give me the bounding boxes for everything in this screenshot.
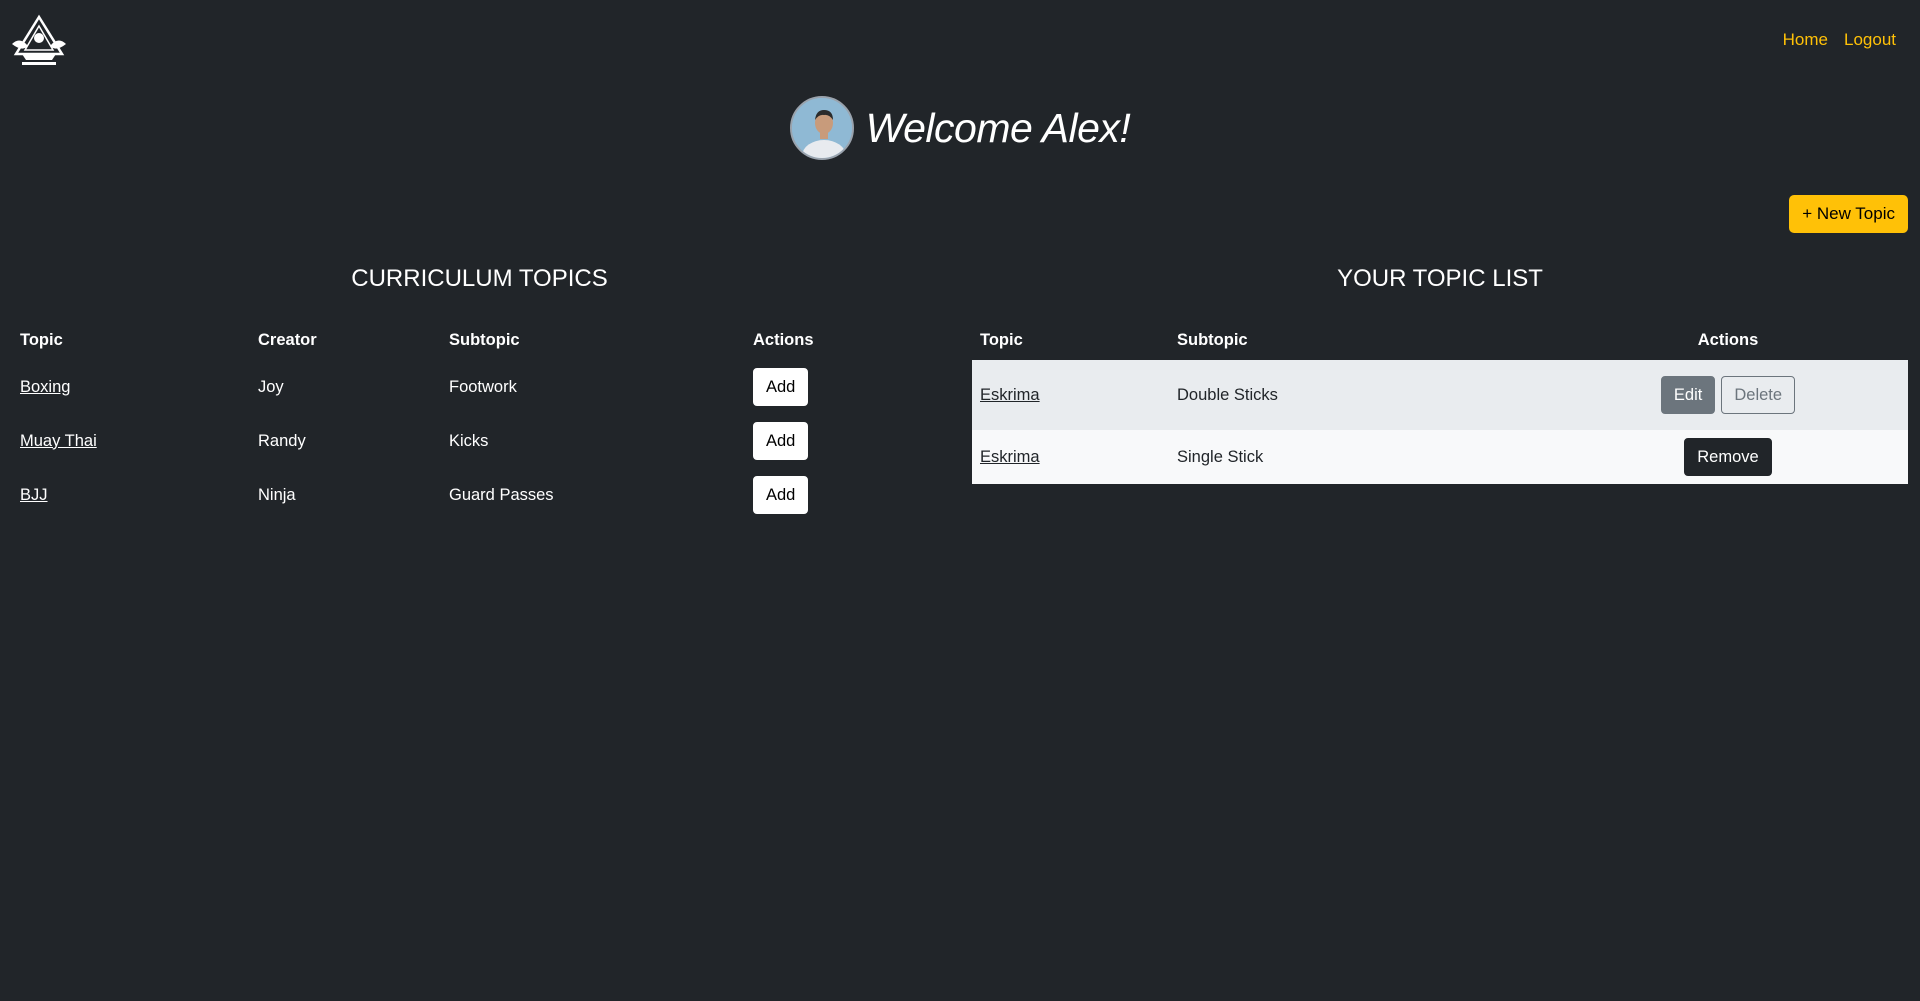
remove-button[interactable]: Remove <box>1684 438 1772 476</box>
column-header-topic: Topic <box>20 330 63 349</box>
table-header-row: Topic Creator Subtopic Actions <box>12 320 947 360</box>
subtopic-cell: Kicks <box>449 431 489 450</box>
table-header-row: Topic Subtopic Actions <box>972 320 1908 360</box>
welcome-heading: Welcome Alex! <box>865 104 1131 151</box>
creator-cell: Joy <box>258 377 284 396</box>
table-row: BJJ Ninja Guard Passes Add <box>12 468 947 522</box>
creator-cell: Randy <box>258 431 306 450</box>
new-topic-button[interactable]: + New Topic <box>1789 195 1908 233</box>
curriculum-topics-panel: CURRICULUM TOPICS Topic Creator Subtopic… <box>12 262 947 522</box>
logo-icon[interactable] <box>8 14 70 68</box>
add-button[interactable]: Add <box>753 368 809 406</box>
logout-link[interactable]: Logout <box>1844 30 1896 50</box>
nav-links: Home Logout <box>1783 30 1896 50</box>
topic-link[interactable]: Boxing <box>20 378 70 396</box>
subtopic-cell: Footwork <box>449 377 517 396</box>
creator-cell: Ninja <box>258 485 296 504</box>
your-topic-list-table: Topic Subtopic Actions Eskrima Double St… <box>972 320 1908 484</box>
topic-link[interactable]: Eskrima <box>980 386 1040 404</box>
column-header-actions: Actions <box>1697 330 1759 349</box>
subtopic-cell: Guard Passes <box>449 485 554 504</box>
topic-link[interactable]: BJJ <box>20 486 48 504</box>
edit-button[interactable]: Edit <box>1660 376 1716 414</box>
delete-button[interactable]: Delete <box>1721 376 1796 414</box>
column-header-subtopic: Subtopic <box>449 330 520 349</box>
topic-link[interactable]: Eskrima <box>980 448 1040 466</box>
table-row: Boxing Joy Footwork Add <box>12 360 947 414</box>
subtopic-cell: Single Stick <box>1177 447 1264 466</box>
table-row: Muay Thai Randy Kicks Add <box>12 414 947 468</box>
add-button[interactable]: Add <box>753 476 809 514</box>
add-button[interactable]: Add <box>753 422 809 460</box>
your-topic-list-title: YOUR TOPIC LIST <box>1337 265 1543 292</box>
column-header-subtopic: Subtopic <box>1177 330 1248 349</box>
user-avatar <box>789 96 854 160</box>
home-link[interactable]: Home <box>1783 30 1828 50</box>
column-header-topic: Topic <box>980 330 1023 349</box>
welcome-banner: Welcome Alex! <box>0 96 1920 160</box>
your-topic-list-panel: YOUR TOPIC LIST Topic Subtopic Actions E… <box>972 262 1908 484</box>
column-header-actions: Actions <box>753 330 814 349</box>
subtopic-cell: Double Sticks <box>1177 385 1278 404</box>
column-header-creator: Creator <box>258 330 317 349</box>
topic-link[interactable]: Muay Thai <box>20 432 97 450</box>
top-navbar: Home Logout <box>0 0 1920 80</box>
table-row: Eskrima Double Sticks Edit Delete <box>972 360 1908 430</box>
table-row: Eskrima Single Stick Remove <box>972 430 1908 484</box>
curriculum-topics-table: Topic Creator Subtopic Actions Boxing Jo… <box>12 320 947 522</box>
curriculum-topics-title: CURRICULUM TOPICS <box>351 265 608 292</box>
